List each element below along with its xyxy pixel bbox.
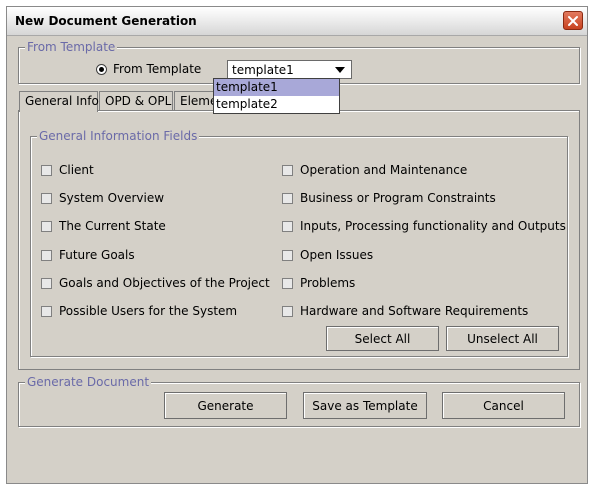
generate-label: Generate [197,398,254,413]
general-info-legend: General Information Fields [37,129,200,143]
checkbox-box [41,249,52,261]
cancel-label: Cancel [483,398,524,413]
checkbox-client[interactable]: Client [41,163,94,177]
checkbox-box [282,277,293,289]
close-icon [568,15,578,26]
checkbox-label: Problems [300,276,356,290]
select-all-label: Select All [354,331,411,346]
checkbox-label: Client [59,163,94,177]
tab-opd-opl[interactable]: OPD & OPL [99,91,173,111]
checkbox-label: Operation and Maintenance [300,163,468,177]
close-button[interactable] [563,11,583,30]
checkbox-label: Open Issues [300,248,374,262]
checkbox-box [282,305,293,317]
checkbox-possible-users[interactable]: Possible Users for the System [41,304,237,318]
checkbox-goals-objectives[interactable]: Goals and Objectives of the Project [41,276,270,290]
checkbox-label: Goals and Objectives of the Project [59,276,270,290]
checkbox-label: Possible Users for the System [59,304,238,318]
unselect-all-label: Unselect All [467,331,538,346]
checkbox-box [41,305,52,317]
generate-button[interactable]: Generate [164,392,287,419]
checkbox-box [282,164,293,176]
general-info-panel: General Information Fields Client System… [18,110,580,370]
save-as-template-label: Save as Template [312,398,418,413]
checkbox-label: The Current State [59,219,166,233]
title-bar[interactable]: New Document Generation [7,7,587,36]
checkbox-box [41,277,52,289]
unselect-all-button[interactable]: Unselect All [446,326,559,351]
template-select-value: template1 [232,63,294,77]
tab-general-info-label: General Info [25,94,99,108]
radio-selected-icon [96,63,107,75]
template-dropdown-list: template1 template2 [213,78,340,114]
checkbox-box [282,220,293,232]
select-all-button[interactable]: Select All [326,326,439,351]
checkbox-operation-maintenance[interactable]: Operation and Maintenance [282,163,467,177]
checkbox-box [41,220,52,232]
checkbox-label: System Overview [59,191,165,205]
checkbox-open-issues[interactable]: Open Issues [282,248,373,262]
checkbox-inputs-processing[interactable]: Inputs, Processing functionality and Out… [282,219,566,233]
generate-document-legend: Generate Document [25,375,152,389]
from-template-radio[interactable]: From Template [96,62,201,76]
checkbox-current-state[interactable]: The Current State [41,219,166,233]
template-option-1[interactable]: template1 [214,79,339,96]
save-as-template-button[interactable]: Save as Template [303,392,427,419]
checkbox-future-goals[interactable]: Future Goals [41,248,135,262]
checkbox-box [282,192,293,204]
template-select[interactable]: template1 [227,60,352,79]
checkbox-label: Future Goals [59,248,135,262]
template-option-2[interactable]: template2 [214,96,339,113]
checkbox-label: Hardware and Software Requirements [300,304,529,318]
tab-general-info[interactable]: General Info [19,91,99,112]
general-info-group: General Information Fields Client System… [30,129,568,357]
checkbox-box [41,192,52,204]
generate-document-group: Generate Document Generate Save as Templ… [18,375,580,427]
checkbox-problems[interactable]: Problems [282,276,355,290]
checkbox-business-constraints[interactable]: Business or Program Constraints [282,191,496,205]
chevron-down-icon [335,67,345,73]
window-title: New Document Generation [15,14,197,28]
tab-elements-label: Eleme [180,94,218,108]
from-template-radio-label: From Template [113,62,202,76]
checkbox-box [41,164,52,176]
checkbox-label: Business or Program Constraints [300,191,496,205]
checkbox-system-overview[interactable]: System Overview [41,191,164,205]
from-template-legend: From Template [25,40,118,54]
checkbox-box [282,249,293,261]
tab-opd-opl-label: OPD & OPL [105,94,172,108]
checkbox-label: Inputs, Processing functionality and Out… [300,219,566,233]
cancel-button[interactable]: Cancel [442,392,565,419]
checkbox-hardware-software[interactable]: Hardware and Software Requirements [282,304,528,318]
